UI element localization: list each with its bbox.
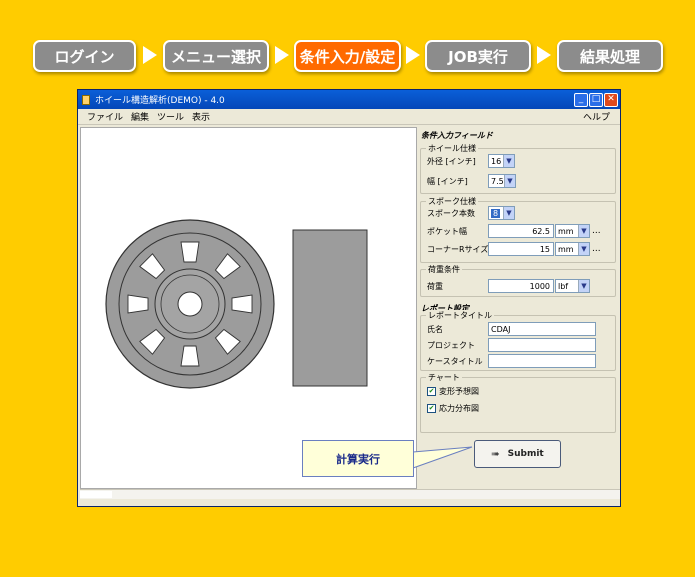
callout-label: 計算実行	[336, 452, 380, 466]
run-calculation-callout: 計算実行	[302, 440, 414, 477]
callout-pointer	[412, 446, 473, 469]
